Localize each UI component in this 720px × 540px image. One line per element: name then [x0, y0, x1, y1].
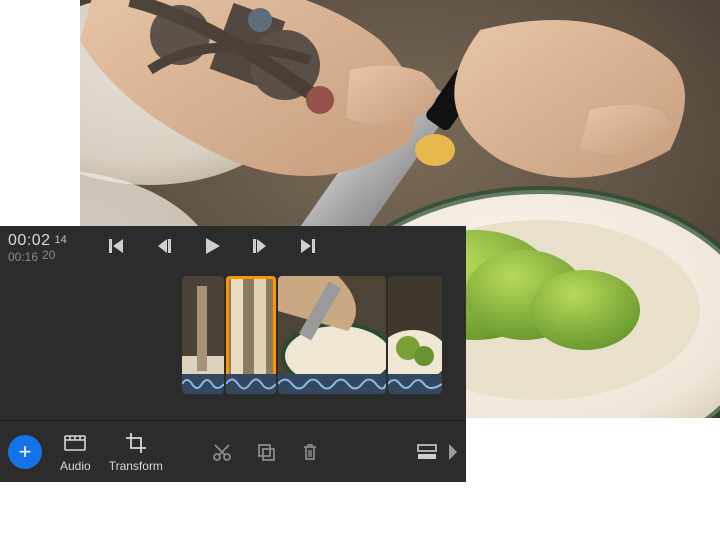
audio-waveform: [182, 374, 224, 394]
timecode-display: 00:02 14 00:16 20: [0, 232, 98, 264]
audio-waveform: [226, 374, 276, 394]
go-to-end-button[interactable]: [296, 234, 320, 258]
view-mode-button[interactable]: [416, 441, 438, 463]
right-tools: [416, 441, 458, 463]
view-mode-icon: [416, 443, 438, 461]
audio-icon: [62, 430, 88, 456]
step-back-button[interactable]: [152, 234, 176, 258]
clip-2[interactable]: [226, 276, 276, 394]
scissors-icon: [212, 442, 232, 462]
plus-icon: +: [19, 439, 32, 465]
bottom-toolbar: + Audio Transform: [0, 420, 466, 482]
timecode-duration-frames: 20: [42, 248, 55, 262]
clip-3[interactable]: [278, 276, 386, 394]
chevron-right-icon: [449, 444, 457, 460]
clip-1[interactable]: [182, 276, 224, 394]
skip-end-icon: [298, 236, 318, 256]
more-button[interactable]: [448, 441, 458, 463]
step-forward-button[interactable]: [248, 234, 272, 258]
add-button[interactable]: +: [8, 435, 42, 469]
transform-tool[interactable]: Transform: [109, 430, 163, 473]
go-to-start-button[interactable]: [104, 234, 128, 258]
duplicate-icon: [256, 442, 276, 462]
delete-button[interactable]: [299, 441, 321, 463]
controls-row: 00:02 14 00:16 20: [0, 226, 466, 276]
video-editor-panel: 00:02 14 00:16 20: [0, 226, 466, 482]
step-forward-icon: [250, 236, 270, 256]
duplicate-button[interactable]: [255, 441, 277, 463]
audio-label: Audio: [60, 459, 91, 473]
audio-waveform: [278, 374, 386, 394]
clips-row: [182, 276, 442, 394]
secondary-tools: [211, 441, 321, 463]
cut-button[interactable]: [211, 441, 233, 463]
step-back-icon: [154, 236, 174, 256]
crop-icon: [123, 430, 149, 456]
timecode-current-frames: 14: [55, 234, 67, 246]
trash-icon: [300, 442, 320, 462]
play-button[interactable]: [200, 234, 224, 258]
transport-controls: [98, 232, 320, 258]
transform-label: Transform: [109, 459, 163, 473]
audio-waveform: [388, 374, 442, 394]
clip-4[interactable]: [388, 276, 442, 394]
audio-tool[interactable]: Audio: [60, 430, 91, 473]
play-icon: [201, 235, 223, 257]
timeline[interactable]: [0, 276, 466, 416]
timecode-duration: 00:16: [8, 250, 38, 264]
skip-start-icon: [106, 236, 126, 256]
